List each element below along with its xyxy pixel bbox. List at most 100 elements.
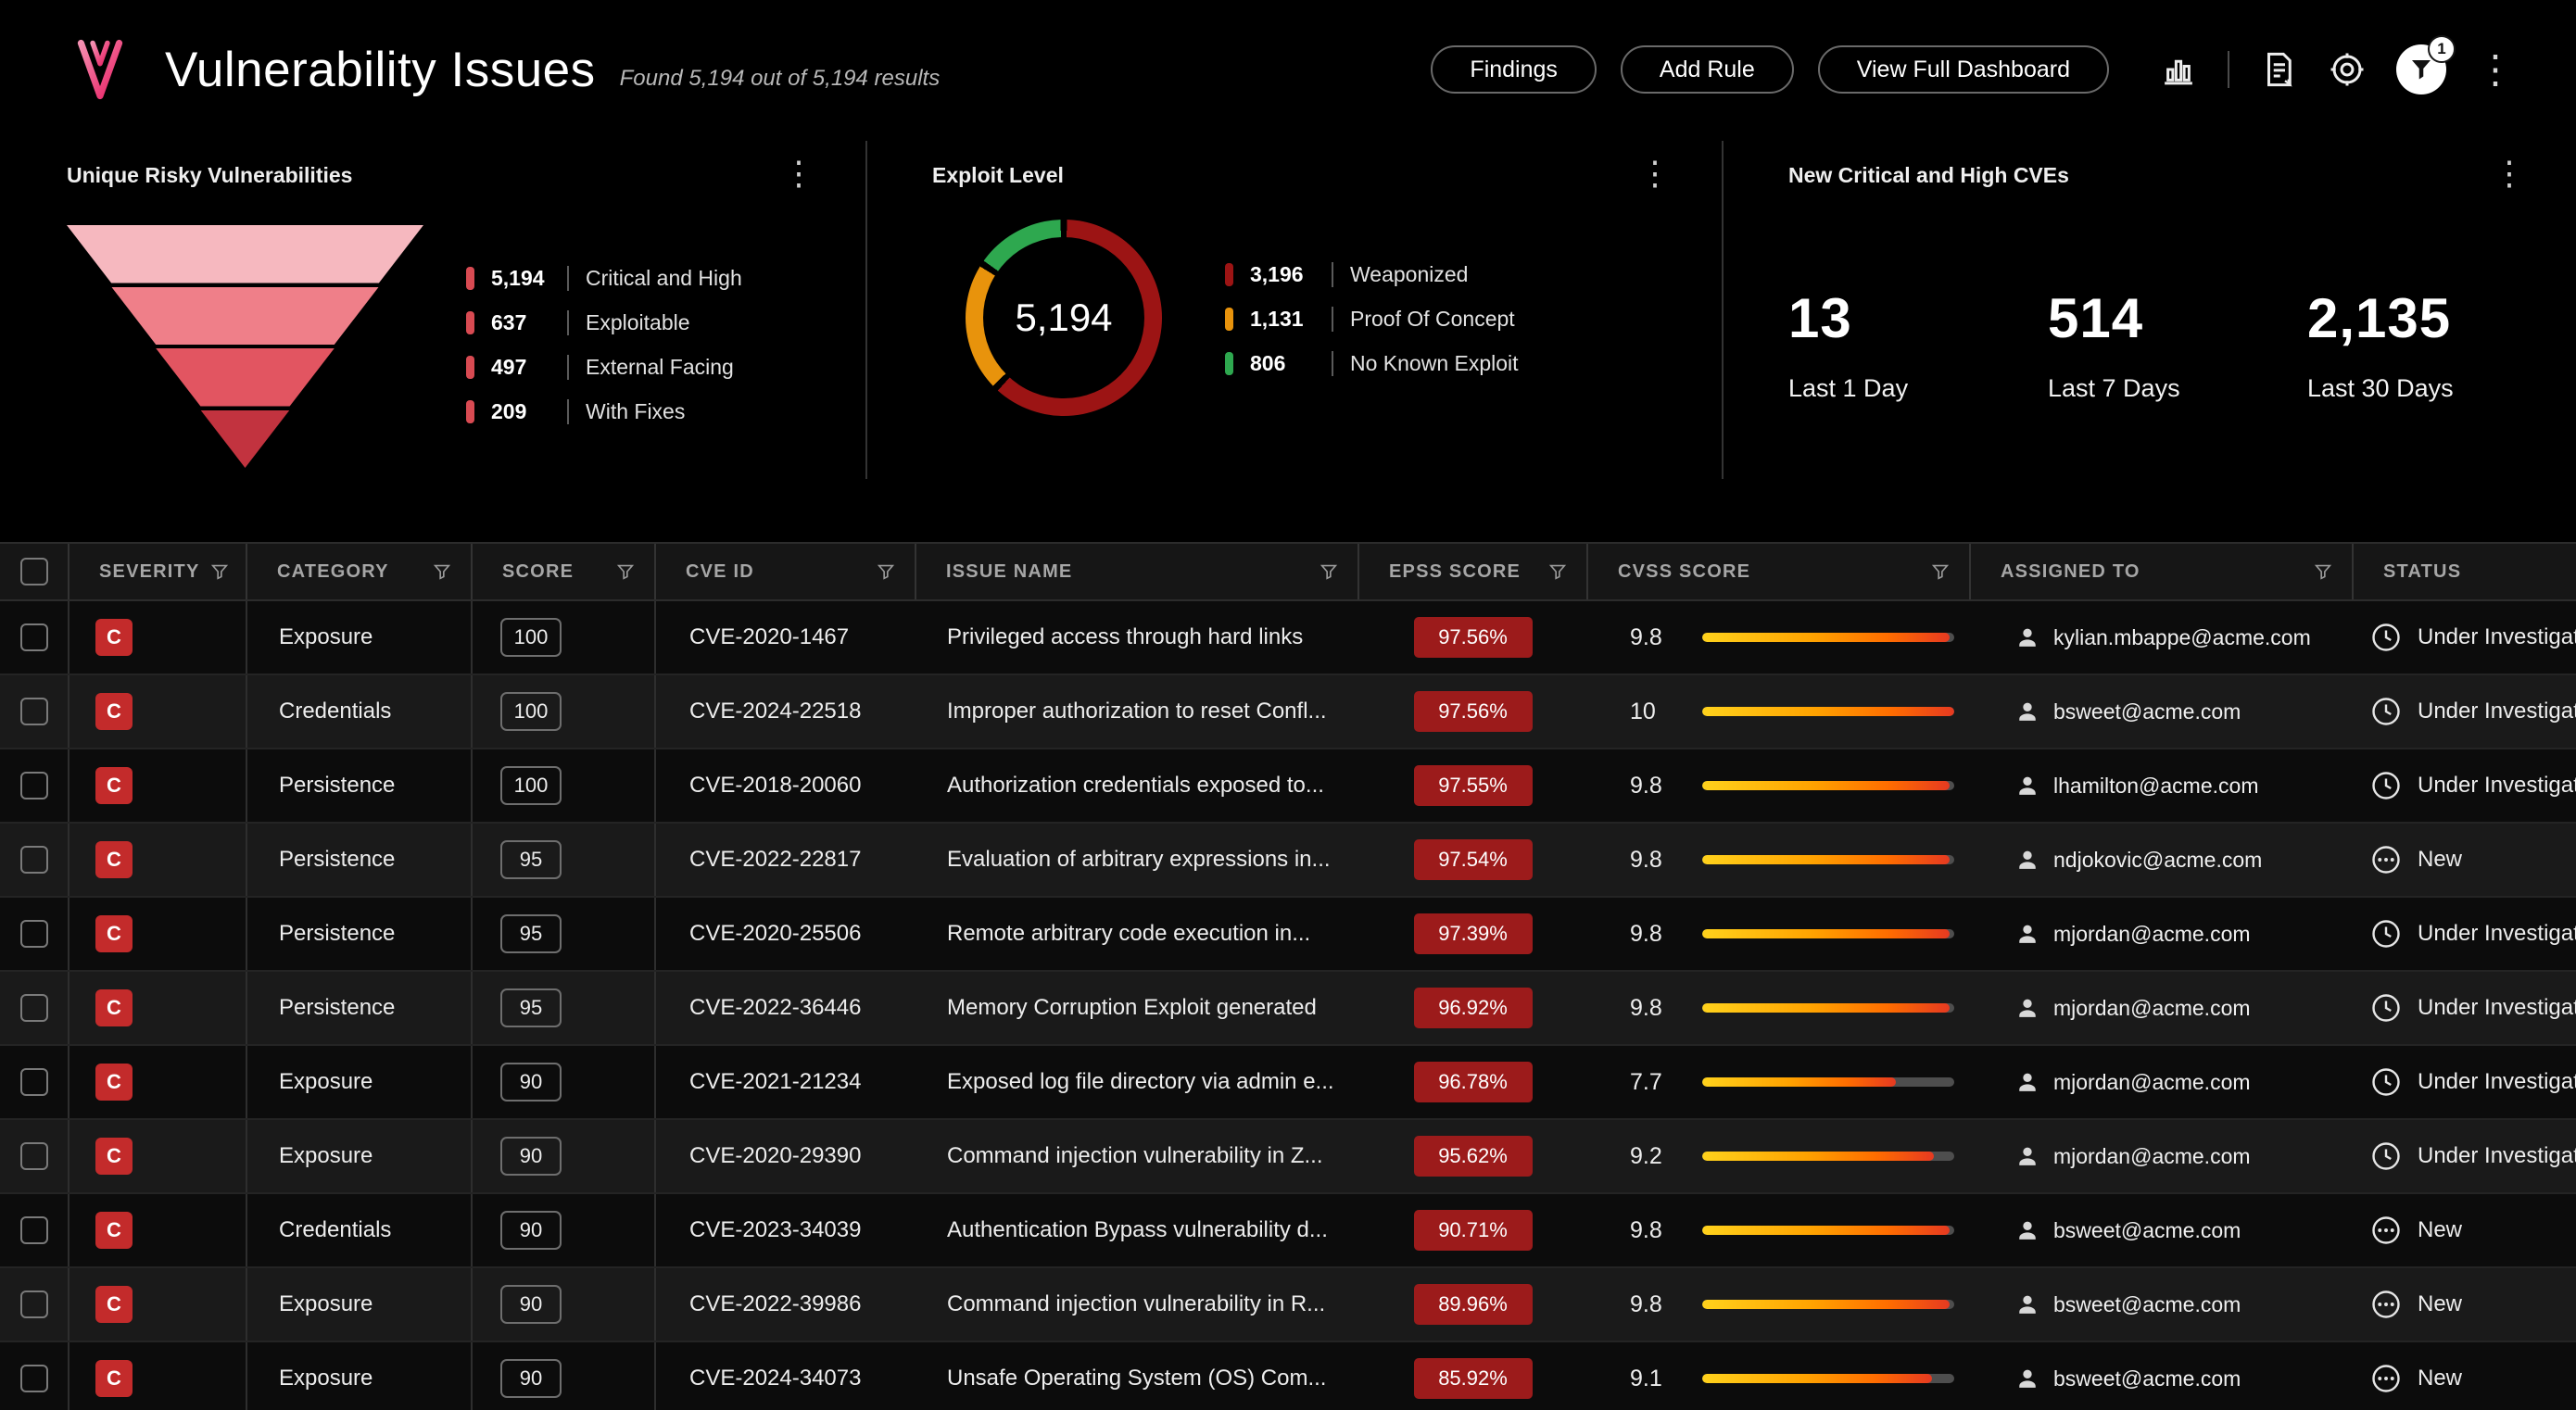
issue-name-cell[interactable]: Privileged access through hard links bbox=[915, 600, 1358, 674]
assigned-to-cell: bsweet@acme.com bbox=[1970, 1267, 2353, 1341]
column-filter-icon[interactable] bbox=[876, 561, 896, 582]
cvss-score-cell: 7.7 bbox=[1587, 1045, 1970, 1119]
analytics-chart-icon[interactable] bbox=[2159, 50, 2198, 89]
issue-name-cell[interactable]: Improper authorization to reset Confl... bbox=[915, 674, 1358, 749]
column-filter-icon[interactable] bbox=[209, 561, 230, 582]
cve-id-cell[interactable]: CVE-2022-22817 bbox=[655, 823, 915, 897]
report-document-icon[interactable] bbox=[2259, 50, 2298, 89]
column-filter-icon[interactable] bbox=[1547, 561, 1568, 582]
column-header-cve-id[interactable]: CVE ID bbox=[655, 543, 915, 600]
score-box: 90 bbox=[500, 1359, 562, 1398]
column-header-epss-score[interactable]: EPSS Score bbox=[1358, 543, 1587, 600]
issue-name-cell[interactable]: Authentication Bypass vulnerability d... bbox=[915, 1193, 1358, 1267]
cve-id-cell[interactable]: CVE-2022-39986 bbox=[655, 1267, 915, 1341]
table-row[interactable]: C Exposure 90 CVE-2022-39986 Command inj… bbox=[0, 1267, 2576, 1341]
column-header-severity[interactable]: Severity bbox=[69, 543, 246, 600]
epss-score-cell: 97.54% bbox=[1358, 823, 1587, 897]
column-filter-icon[interactable] bbox=[1319, 561, 1339, 582]
funnel-layer bbox=[67, 410, 423, 469]
status-cell[interactable]: New bbox=[2353, 823, 2576, 897]
row-checkbox[interactable] bbox=[20, 846, 48, 874]
issue-name-cell[interactable]: Exposed log file directory via admin e..… bbox=[915, 1045, 1358, 1119]
status-cell[interactable]: Under Investigation bbox=[2353, 971, 2576, 1045]
cve-id-cell[interactable]: CVE-2021-21234 bbox=[655, 1045, 915, 1119]
column-header-assigned-to[interactable]: Assigned To bbox=[1970, 543, 2353, 600]
status-cell[interactable]: New bbox=[2353, 1267, 2576, 1341]
cve-id-cell[interactable]: CVE-2020-1467 bbox=[655, 600, 915, 674]
column-header-cvss-score[interactable]: CVSS Score bbox=[1587, 543, 1970, 600]
select-all-header[interactable] bbox=[0, 543, 69, 600]
column-filter-icon[interactable] bbox=[432, 561, 452, 582]
table-row[interactable]: C Exposure 100 CVE-2020-1467 Privileged … bbox=[0, 600, 2576, 674]
panel-kebab-menu-icon[interactable]: ⋮ bbox=[2493, 154, 2526, 193]
table-row[interactable]: C Credentials 100 CVE-2024-22518 Imprope… bbox=[0, 674, 2576, 749]
status-cell[interactable]: Under Investigation bbox=[2353, 600, 2576, 674]
column-header-category[interactable]: Category bbox=[246, 543, 472, 600]
row-checkbox[interactable] bbox=[20, 1068, 48, 1096]
status-icon bbox=[2369, 1362, 2403, 1395]
table-row[interactable]: C Persistence 100 CVE-2018-20060 Authori… bbox=[0, 749, 2576, 823]
status-cell[interactable]: Under Investigation bbox=[2353, 1045, 2576, 1119]
issue-name-cell[interactable]: Remote arbitrary code execution in... bbox=[915, 897, 1358, 971]
cve-id-cell[interactable]: CVE-2020-25506 bbox=[655, 897, 915, 971]
issue-name-cell[interactable]: Command injection vulnerability in Z... bbox=[915, 1119, 1358, 1193]
table-row[interactable]: C Exposure 90 CVE-2021-21234 Exposed log… bbox=[0, 1045, 2576, 1119]
view-full-dashboard-button[interactable]: View Full Dashboard bbox=[1818, 45, 2109, 94]
column-header-issue-name[interactable]: Issue Name bbox=[915, 543, 1358, 600]
column-filter-icon[interactable] bbox=[615, 561, 636, 582]
panel-kebab-menu-icon[interactable]: ⋮ bbox=[782, 154, 815, 193]
table-row[interactable]: C Persistence 95 CVE-2020-25506 Remote a… bbox=[0, 897, 2576, 971]
cve-id-cell[interactable]: CVE-2018-20060 bbox=[655, 749, 915, 823]
panel-kebab-menu-icon[interactable]: ⋮ bbox=[1638, 154, 1672, 193]
row-checkbox[interactable] bbox=[20, 698, 48, 725]
column-header-status[interactable]: Status bbox=[2353, 543, 2576, 600]
table-row[interactable]: C Exposure 90 CVE-2020-29390 Command inj… bbox=[0, 1119, 2576, 1193]
table-row[interactable]: C Persistence 95 CVE-2022-36446 Memory C… bbox=[0, 971, 2576, 1045]
add-rule-button[interactable]: Add Rule bbox=[1621, 45, 1794, 94]
issue-name-cell[interactable]: Unsafe Operating System (OS) Com... bbox=[915, 1341, 1358, 1410]
row-checkbox[interactable] bbox=[20, 920, 48, 948]
cvss-score-cell: 9.8 bbox=[1587, 897, 1970, 971]
status-cell[interactable]: Under Investigation bbox=[2353, 1119, 2576, 1193]
column-filter-icon[interactable] bbox=[1930, 561, 1951, 582]
table-row[interactable]: C Credentials 90 CVE-2023-34039 Authenti… bbox=[0, 1193, 2576, 1267]
table-row[interactable]: C Persistence 95 CVE-2022-22817 Evaluati… bbox=[0, 823, 2576, 897]
issue-name-cell[interactable]: Evaluation of arbitrary expressions in..… bbox=[915, 823, 1358, 897]
issue-name-cell[interactable]: Authorization credentials exposed to... bbox=[915, 749, 1358, 823]
column-header-score[interactable]: Score bbox=[472, 543, 655, 600]
cve-id-cell[interactable]: CVE-2024-34073 bbox=[655, 1341, 915, 1410]
category-cell: Persistence bbox=[246, 823, 472, 897]
issue-name-cell[interactable]: Command injection vulnerability in R... bbox=[915, 1267, 1358, 1341]
row-checkbox[interactable] bbox=[20, 772, 48, 799]
status-cell[interactable]: New bbox=[2353, 1341, 2576, 1410]
row-checkbox-cell bbox=[0, 674, 69, 749]
status-cell[interactable]: Under Investigation bbox=[2353, 897, 2576, 971]
cvss-score-value: 7.7 bbox=[1630, 1069, 1691, 1096]
filter-button[interactable]: 1 bbox=[2396, 44, 2446, 94]
kebab-menu-icon[interactable]: ⋮ bbox=[2476, 50, 2515, 89]
status-cell[interactable]: Under Investigation bbox=[2353, 749, 2576, 823]
score-box: 90 bbox=[500, 1211, 562, 1250]
status-cell[interactable]: Under Investigation bbox=[2353, 674, 2576, 749]
table-row[interactable]: C Exposure 90 CVE-2024-34073 Unsafe Oper… bbox=[0, 1341, 2576, 1410]
cve-id-cell[interactable]: CVE-2022-36446 bbox=[655, 971, 915, 1045]
row-checkbox-cell bbox=[0, 823, 69, 897]
select-all-checkbox[interactable] bbox=[20, 558, 48, 585]
issue-name-cell[interactable]: Memory Corruption Exploit generated bbox=[915, 971, 1358, 1045]
findings-button[interactable]: Findings bbox=[1431, 45, 1597, 94]
row-checkbox[interactable] bbox=[20, 1216, 48, 1244]
row-checkbox[interactable] bbox=[20, 1290, 48, 1318]
column-filter-icon[interactable] bbox=[2313, 561, 2333, 582]
status-cell[interactable]: New bbox=[2353, 1193, 2576, 1267]
row-checkbox[interactable] bbox=[20, 994, 48, 1022]
cve-id-cell[interactable]: CVE-2020-29390 bbox=[655, 1119, 915, 1193]
cve-id-cell[interactable]: CVE-2023-34039 bbox=[655, 1193, 915, 1267]
row-checkbox[interactable] bbox=[20, 623, 48, 651]
cve-id-cell[interactable]: CVE-2024-22518 bbox=[655, 674, 915, 749]
funnel-layer bbox=[67, 225, 423, 283]
score-box: 95 bbox=[500, 840, 562, 879]
row-checkbox[interactable] bbox=[20, 1365, 48, 1392]
filter-count-badge: 1 bbox=[2428, 35, 2456, 63]
scan-target-icon[interactable] bbox=[2328, 50, 2367, 89]
row-checkbox[interactable] bbox=[20, 1142, 48, 1170]
